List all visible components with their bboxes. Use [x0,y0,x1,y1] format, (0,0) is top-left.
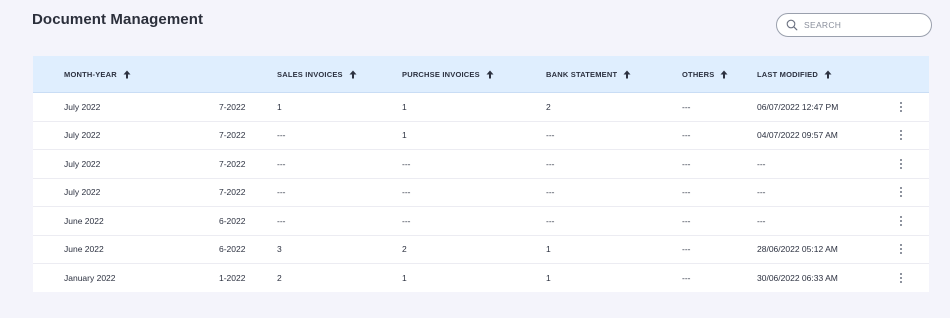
column-header-label: PURCHSE INVOICES [402,69,480,79]
more-vertical-icon[interactable] [893,207,909,235]
cell-month-code: 6-2022 [219,215,246,226]
cell-last-modified: 06/07/2022 12:47 PM [757,101,839,112]
table-row[interactable]: July 2022 7-2022 --- --- --- --- --- [33,179,929,207]
table-row[interactable]: June 2022 6-2022 --- --- --- --- --- [33,207,929,236]
more-vertical-icon[interactable] [893,264,909,292]
cell-others: --- [682,187,691,198]
arrow-up-icon[interactable] [824,70,832,79]
cell-purchase-invoices: 1 [402,101,407,112]
cell-month: June 2022 [64,215,104,226]
column-header-month-year[interactable]: MONTH-YEAR [64,56,131,92]
more-vertical-icon[interactable] [893,179,909,207]
table-row[interactable]: July 2022 7-2022 --- --- --- --- --- [33,150,929,179]
cell-sales-invoices: --- [277,215,286,226]
table-header: MONTH-YEAR SALES INVOICES PURCHSE INVOIC… [33,56,929,93]
cell-last-modified: --- [757,215,766,226]
more-vertical-icon[interactable] [893,236,909,264]
column-header-last-modified[interactable]: LAST MODIFIED [757,56,832,92]
arrow-up-icon[interactable] [123,70,131,79]
cell-month-code: 7-2022 [219,158,246,169]
cell-bank-statement: 2 [546,101,551,112]
cell-sales-invoices: --- [277,187,286,198]
page-title: Document Management [32,11,204,28]
column-header-label: SALES INVOICES [277,69,343,79]
cell-bank-statement: --- [546,215,555,226]
column-header-sales-invoices[interactable]: SALES INVOICES [277,56,357,92]
cell-others: --- [682,130,691,141]
cell-purchase-invoices: 1 [402,130,407,141]
cell-month: January 2022 [64,272,116,283]
cell-others: --- [682,272,691,283]
cell-sales-invoices: --- [277,158,286,169]
cell-last-modified: --- [757,187,766,198]
cell-others: --- [682,101,691,112]
cell-purchase-invoices: 1 [402,272,407,283]
cell-purchase-invoices: --- [402,215,411,226]
cell-month-code: 1-2022 [219,272,246,283]
cell-bank-statement: 1 [546,272,551,283]
cell-purchase-invoices: 2 [402,244,407,255]
cell-sales-invoices: --- [277,130,286,141]
cell-month-code: 6-2022 [219,244,246,255]
cell-last-modified: --- [757,158,766,169]
arrow-up-icon[interactable] [349,70,357,79]
column-header-label: OTHERS [682,69,715,79]
column-header-label: LAST MODIFIED [757,69,818,79]
cell-bank-statement: 1 [546,244,551,255]
arrow-up-icon[interactable] [720,70,728,79]
cell-month: July 2022 [64,130,101,141]
cell-last-modified: 04/07/2022 09:57 AM [757,130,838,141]
cell-month: July 2022 [64,101,101,112]
cell-others: --- [682,244,691,255]
cell-sales-invoices: 3 [277,244,282,255]
table-row[interactable]: July 2022 7-2022 --- 1 --- --- 04/07/202… [33,122,929,150]
cell-bank-statement: --- [546,130,555,141]
documents-table: MONTH-YEAR SALES INVOICES PURCHSE INVOIC… [33,56,929,292]
search-box[interactable] [776,13,932,37]
column-header-label: MONTH-YEAR [64,69,117,79]
arrow-up-icon[interactable] [486,70,494,79]
table-row[interactable]: June 2022 6-2022 3 2 1 --- 28/06/2022 05… [33,236,929,264]
cell-month: July 2022 [64,187,101,198]
cell-purchase-invoices: --- [402,187,411,198]
column-header-label: BANK STATEMENT [546,69,618,79]
cell-last-modified: 30/06/2022 06:33 AM [757,272,838,283]
cell-others: --- [682,158,691,169]
column-header-others[interactable]: OTHERS [682,56,728,92]
cell-bank-statement: --- [546,187,555,198]
arrow-up-icon[interactable] [623,70,631,79]
table-body: July 2022 7-2022 1 1 2 --- 06/07/2022 12… [33,93,929,292]
cell-month: June 2022 [64,244,104,255]
column-header-purchase-invoices[interactable]: PURCHSE INVOICES [402,56,494,92]
more-vertical-icon[interactable] [893,122,909,150]
table-row[interactable]: July 2022 7-2022 1 1 2 --- 06/07/2022 12… [33,93,929,122]
cell-month: July 2022 [64,158,101,169]
column-header-bank-statement[interactable]: BANK STATEMENT [546,56,631,92]
more-vertical-icon[interactable] [893,93,909,121]
search-icon [786,19,798,31]
cell-month-code: 7-2022 [219,130,246,141]
cell-last-modified: 28/06/2022 05:12 AM [757,244,838,255]
cell-sales-invoices: 2 [277,272,282,283]
cell-purchase-invoices: --- [402,158,411,169]
search-input[interactable] [804,20,919,30]
cell-others: --- [682,215,691,226]
cell-month-code: 7-2022 [219,101,246,112]
cell-sales-invoices: 1 [277,101,282,112]
cell-bank-statement: --- [546,158,555,169]
cell-month-code: 7-2022 [219,187,246,198]
table-row[interactable]: January 2022 1-2022 2 1 1 --- 30/06/2022… [33,264,929,292]
more-vertical-icon[interactable] [893,150,909,178]
